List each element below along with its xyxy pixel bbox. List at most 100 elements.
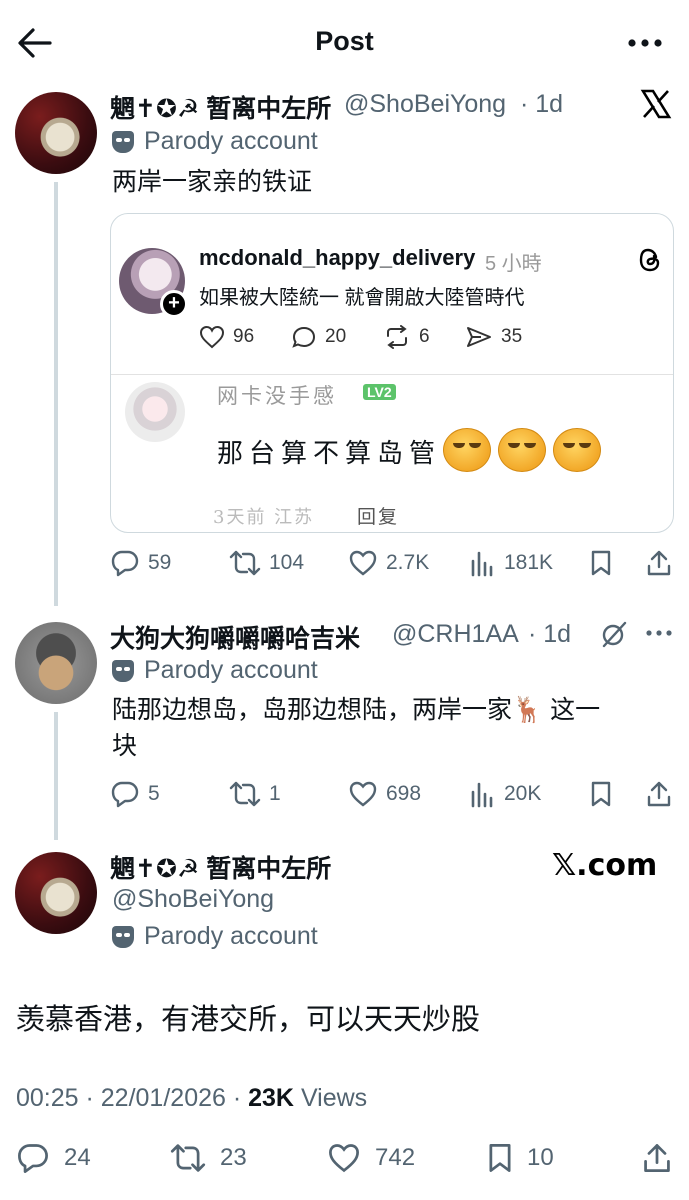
parody-badge: Parody account [112, 922, 318, 951]
post-text: 两岸一家亲的铁证 [112, 168, 313, 196]
share-button[interactable] [646, 780, 672, 808]
post-time[interactable]: · 1d [528, 620, 571, 649]
comment-username: 网卡没手感 [217, 384, 337, 408]
threads-logo-icon [639, 248, 661, 272]
heart-icon [329, 1144, 359, 1173]
reply-count: 59 [148, 551, 172, 574]
handle[interactable]: @ShoBeiYong [344, 90, 506, 119]
avatar[interactable] [15, 852, 97, 934]
bookmark-icon [489, 1144, 511, 1172]
views-count: 20K [504, 782, 542, 805]
reply-count: 24 [64, 1144, 91, 1171]
views-icon [471, 551, 493, 577]
repost-icon [387, 325, 407, 349]
like-count: 698 [386, 782, 422, 805]
more-horizontal-icon [646, 630, 672, 636]
repost-count: 23 [220, 1144, 247, 1171]
share-icon [647, 781, 671, 807]
reply-icon [292, 326, 316, 348]
repost-count: 104 [269, 551, 305, 574]
parody-label: Parody account [144, 656, 318, 684]
views-label: Views [294, 1084, 368, 1112]
threads-reposts: 6 [383, 325, 430, 349]
parody-label: Parody account [144, 127, 318, 155]
bookmark-count: 10 [527, 1144, 554, 1171]
parody-badge: Parody account [112, 656, 318, 685]
views-count: 23K [248, 1084, 294, 1112]
reply-button[interactable]: 5 [110, 780, 160, 808]
like-count: 742 [375, 1144, 416, 1171]
like-button[interactable]: 742 [327, 1142, 415, 1174]
threads-likes: 96 [199, 325, 254, 349]
display-name[interactable]: 魍✝︎✪☭ 暂离中左所 [110, 849, 331, 885]
share-icon [644, 1144, 670, 1172]
repost-icon [170, 1144, 206, 1172]
more-button[interactable] [627, 36, 663, 50]
bookmark-button[interactable]: 10 [487, 1142, 554, 1174]
grok-icon[interactable] [600, 620, 628, 648]
embedded-screenshot[interactable]: + mcdonald_happy_delivery 5 小時 如果被大陸統一 就… [110, 213, 674, 533]
heart-icon [349, 781, 377, 807]
smirk-emoji-icon [443, 428, 491, 472]
post-time[interactable]: · 1d [520, 90, 563, 119]
parody-label: Parody account [144, 922, 318, 950]
thread-line [54, 182, 58, 606]
views-button[interactable]: 181K [470, 549, 553, 577]
threads-replies: 20 [291, 325, 346, 349]
mask-icon [112, 130, 134, 153]
threads-text: 如果被大陸統一 就會開啟大陸管時代 [199, 287, 525, 309]
bookmark-icon [591, 550, 611, 576]
threads-username: mcdonald_happy_delivery [199, 245, 476, 270]
heart-icon [349, 550, 377, 576]
bookmark-button[interactable] [590, 780, 612, 808]
handle[interactable]: @ShoBeiYong [112, 885, 274, 914]
replies-count: 20 [325, 326, 347, 347]
smirk-emoji-icon [553, 428, 601, 472]
shares-count: 35 [501, 326, 523, 347]
heart-icon [199, 325, 225, 349]
post-text: 陆那边想岛，岛那边想陆，两岸一家🦌 这一 [112, 696, 601, 724]
views-button[interactable]: 20K [470, 780, 541, 808]
repost-button[interactable]: 104 [229, 549, 304, 577]
display-name[interactable]: 魍✝︎✪☭ 暂离中左所 [110, 89, 331, 125]
avatar [125, 382, 185, 442]
share-button[interactable] [642, 1142, 672, 1174]
reposts-count: 6 [419, 326, 430, 347]
share-icon [647, 550, 671, 576]
bookmark-icon [591, 781, 611, 807]
reply-count: 5 [148, 782, 160, 805]
likes-count: 96 [233, 326, 255, 347]
more-button[interactable] [646, 628, 672, 638]
reply-icon [18, 1144, 48, 1173]
share-button[interactable] [646, 549, 672, 577]
post-text: 块 [112, 732, 138, 760]
handle[interactable]: @CRH1AA [392, 620, 519, 649]
smirk-emoji-icon [498, 428, 546, 472]
views-icon [471, 782, 493, 808]
x-logo-icon[interactable] [640, 88, 672, 120]
divider [111, 374, 673, 375]
avatar[interactable] [15, 92, 97, 174]
views-count: 181K [504, 551, 554, 574]
page-title: Post [315, 26, 374, 56]
mask-icon [112, 659, 134, 682]
like-button[interactable]: 2.7K [348, 549, 429, 577]
comment-reply: 回复 [357, 506, 400, 528]
avatar[interactable] [15, 622, 97, 704]
repost-count: 1 [269, 782, 281, 805]
reply-button[interactable]: 24 [16, 1142, 91, 1174]
timestamp[interactable]: 00:25 · 22/01/2026 · [16, 1084, 248, 1112]
display-name[interactable]: 大狗大狗嚼嚼嚼哈吉米 [110, 619, 360, 655]
send-icon [467, 327, 491, 347]
post-meta: 00:25 · 22/01/2026 · 23K Views [16, 1084, 367, 1113]
repost-button[interactable]: 1 [229, 780, 281, 808]
repost-icon [229, 781, 261, 807]
reply-button[interactable]: 59 [110, 549, 171, 577]
follow-plus-icon: + [160, 290, 188, 318]
like-button[interactable]: 698 [348, 780, 421, 808]
comment-text: 那台算不算岛管 [217, 439, 442, 469]
repost-button[interactable]: 23 [170, 1142, 247, 1174]
post-text: 羡慕香港，有港交所，可以天天炒股 [16, 1004, 481, 1036]
bookmark-button[interactable] [590, 549, 612, 577]
repost-icon [229, 550, 261, 576]
